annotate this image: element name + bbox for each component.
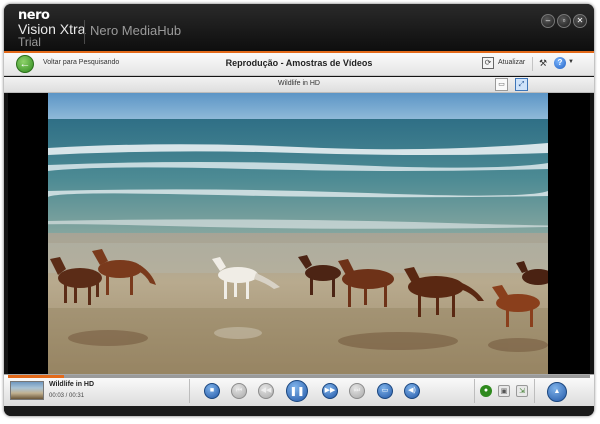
controls-divider [189, 379, 190, 403]
minimize-button[interactable]: – [541, 14, 555, 28]
skip-forward-icon: ⏭ [353, 387, 361, 394]
snapshot-icon[interactable]: ▣ [498, 385, 510, 397]
fast-forward-icon: ▶▶ [324, 387, 336, 394]
back-button[interactable]: ← [16, 55, 34, 73]
help-dropdown-icon[interactable]: ▼ [568, 59, 574, 65]
volume-icon: ◀) [408, 387, 416, 394]
app-name: Nero MediaHub [90, 23, 182, 38]
video-header: Wildlife in HD ▭ ⤢ [4, 77, 594, 93]
back-arrow-icon: ← [19, 58, 31, 70]
video-player[interactable] [8, 93, 590, 374]
fast-forward-button[interactable]: ▶▶ [322, 383, 338, 399]
help-icon[interactable]: ? [554, 57, 566, 69]
video-title: Wildlife in HD [277, 80, 320, 87]
main-window: nero Vision Xtra Trial Nero MediaHub – ▫… [4, 4, 594, 416]
expand-panel-button[interactable]: ▲ [547, 382, 567, 402]
export-icon[interactable]: ⇲ [516, 385, 528, 397]
pause-button[interactable]: ❚❚ [286, 380, 308, 402]
previous-button[interactable]: ⏮ [231, 383, 247, 399]
progress-track[interactable] [8, 375, 590, 378]
now-playing-title: Wildlife in HD [49, 381, 95, 388]
pause-icon: ❚❚ [289, 386, 305, 396]
refresh-button[interactable]: Atualizar [498, 59, 525, 66]
status-strip [4, 406, 594, 416]
playback-controls: Wildlife in HD 00:03 / 00:31 ■ ⏮ ◀◀ ❚❚ ▶… [4, 374, 594, 406]
view-normal-icon[interactable]: ▭ [495, 78, 508, 91]
toolbar: ← Voltar para Pesquisando Reprodução - A… [4, 53, 594, 76]
title-bar: nero Vision Xtra Trial Nero MediaHub – ▫… [4, 4, 594, 52]
progress-fill [8, 375, 65, 378]
refresh-globe-icon[interactable]: ● [480, 385, 492, 397]
controls-divider [534, 379, 535, 403]
controls-divider [474, 379, 475, 403]
next-button[interactable]: ⏭ [349, 383, 365, 399]
close-button[interactable]: ✕ [573, 14, 587, 28]
rewind-icon: ◀◀ [260, 387, 272, 394]
video-thumbnail [10, 381, 44, 400]
stop-icon: ■ [209, 387, 215, 394]
chapters-button[interactable]: ▭ [377, 383, 393, 399]
eject-up-icon: ▲ [553, 388, 561, 395]
tools-icon[interactable]: ⚒ [537, 57, 549, 69]
back-label[interactable]: Voltar para Pesquisando [43, 59, 119, 66]
refresh-icon[interactable]: ⟳ [482, 57, 494, 69]
minimize-icon: – [545, 16, 551, 25]
skip-back-icon: ⏮ [235, 387, 243, 394]
maximize-icon: ▫ [562, 16, 566, 25]
edition-label: Trial [18, 35, 41, 49]
page-title: Reprodução - Amostras de Vídeos [225, 58, 373, 68]
rewind-button[interactable]: ◀◀ [258, 383, 274, 399]
stop-button[interactable]: ■ [204, 383, 220, 399]
maximize-button[interactable]: ▫ [557, 14, 571, 28]
toolbar-divider [532, 57, 533, 71]
chapters-icon: ▭ [381, 387, 389, 394]
close-icon: ✕ [576, 16, 584, 25]
video-frame [48, 93, 548, 374]
volume-button[interactable]: ◀) [404, 383, 420, 399]
playback-time: 00:03 / 00:31 [49, 393, 85, 399]
title-divider [84, 20, 85, 44]
view-fit-icon[interactable]: ⤢ [515, 78, 528, 91]
